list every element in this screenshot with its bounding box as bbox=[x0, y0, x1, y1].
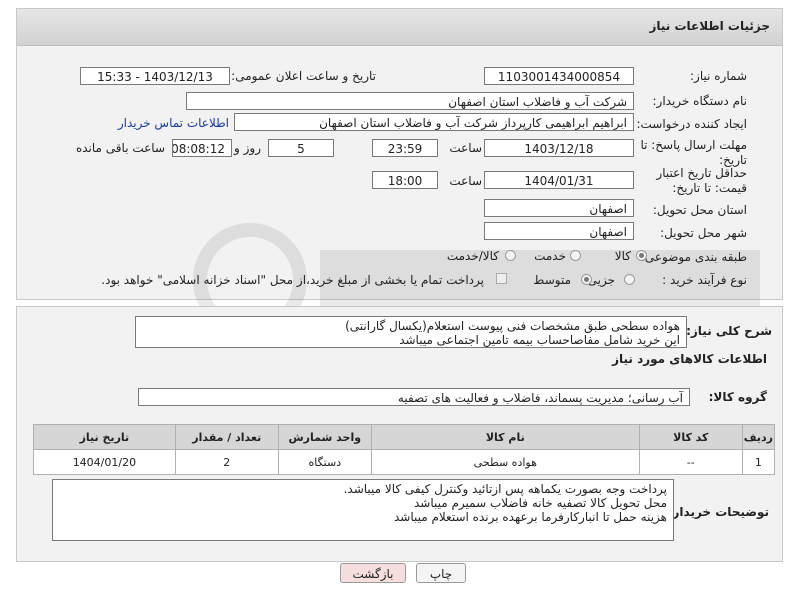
process-label: نوع فرآیند خرید : bbox=[662, 273, 747, 287]
panel-title: جزئیات اطلاعات نیاز bbox=[649, 19, 770, 33]
creator-field: ابراهیم ابراهیمی کارپرداز شرکت آب و فاضل… bbox=[234, 113, 634, 131]
goods-group-label: گروه کالا: bbox=[708, 390, 767, 404]
buyer-org-label: نام دستگاه خریدار: bbox=[652, 94, 748, 108]
buyer-notes-label: توضیحات خریدار: bbox=[667, 505, 769, 519]
process-minor-radio[interactable] bbox=[624, 274, 635, 285]
cell-need-date: 1404/01/20 bbox=[33, 449, 176, 475]
category-goods-service-label: کالا/خدمت bbox=[446, 249, 499, 263]
category-goods-radio[interactable] bbox=[636, 250, 647, 261]
time-remaining-field: 08:08:12 bbox=[172, 139, 232, 157]
cell-row: 1 bbox=[741, 449, 776, 475]
goods-table-header: ردیف کد کالا نام کالا واحد شمارش تعداد /… bbox=[33, 424, 776, 450]
days-and-label: روز و bbox=[234, 141, 261, 155]
table-row: 1 -- هواده سطحی دستگاه 2 1404/01/20 bbox=[33, 449, 776, 475]
validity-time-label: ساعت bbox=[449, 174, 482, 188]
buyer-notes-line-1: پرداخت وجه بصورت یکماهه پس ازتائید وکنتر… bbox=[343, 482, 667, 496]
category-goods-label: کالا bbox=[614, 249, 631, 263]
cell-unit: دستگاه bbox=[277, 449, 372, 475]
contact-info-link[interactable]: اطلاعات تماس خریدار bbox=[118, 116, 229, 130]
panel-header: جزئیات اطلاعات نیاز bbox=[17, 9, 782, 46]
process-medium-label: متوسط bbox=[533, 273, 571, 287]
description-textarea: هواده سطحی طبق مشخصات فنی پیوست استعلام(… bbox=[135, 316, 687, 348]
need-number-label: شماره نیاز: bbox=[690, 69, 747, 83]
process-medium-radio[interactable] bbox=[581, 274, 592, 285]
buyer-notes-line-3: هزینه حمل تا انبارکارفرما برعهده برنده ا… bbox=[393, 510, 667, 524]
col-code: کد کالا bbox=[638, 424, 743, 450]
category-label: طبقه بندی موضوعی: bbox=[640, 250, 747, 264]
col-need-date: تاریخ نیاز bbox=[33, 424, 176, 450]
goods-group-field: آب رسانی؛ مدیریت پسماند، فاضلاب و فعالیت… bbox=[138, 388, 690, 406]
description-label: شرح کلی نیاز: bbox=[686, 324, 772, 338]
province-label: استان محل تحویل: bbox=[652, 203, 747, 217]
deadline-date-field: 1403/12/18 bbox=[484, 139, 634, 157]
announce-field: 1403/12/13 - 15:33 bbox=[80, 67, 230, 85]
validity-label: حداقل تاریخ اعتبار قیمت: تا تاریخ: bbox=[656, 166, 747, 195]
time-remaining-label: ساعت باقی مانده bbox=[75, 141, 165, 155]
treasury-payment-checkbox[interactable] bbox=[496, 273, 507, 284]
col-unit: واحد شمارش bbox=[277, 424, 372, 450]
description-line-2: این خرید شامل مفاصاحساب بیمه تامین اجتما… bbox=[399, 333, 680, 347]
col-quantity: تعداد / مقدار bbox=[174, 424, 279, 450]
deadline-label: مهلت ارسال پاسخ: تا تاریخ: bbox=[640, 138, 747, 167]
goods-section-title: اطلاعات کالاهای مورد نیاز bbox=[612, 352, 767, 366]
col-row: ردیف bbox=[741, 424, 776, 450]
category-service-label: خدمت bbox=[534, 249, 566, 263]
buyer-notes-textarea: پرداخت وجه بصورت یکماهه پس ازتائید وکنتر… bbox=[52, 479, 674, 541]
treasury-payment-note: پرداخت تمام یا بخشی از مبلغ خرید،از محل … bbox=[101, 273, 484, 287]
print-button[interactable]: چاپ bbox=[416, 563, 466, 583]
description-line-1: هواده سطحی طبق مشخصات فنی پیوست استعلام(… bbox=[345, 319, 680, 333]
days-remaining-field: 5 bbox=[268, 139, 334, 157]
deadline-time-field: 23:59 bbox=[372, 139, 438, 157]
city-field: اصفهان bbox=[484, 222, 634, 240]
announce-label: تاریخ و ساعت اعلان عمومی: bbox=[231, 69, 376, 83]
cell-name: هواده سطحی bbox=[370, 449, 640, 475]
city-label: شهر محل تحویل: bbox=[660, 226, 747, 240]
creator-label: ایجاد کننده درخواست: bbox=[636, 117, 747, 131]
validity-date-field: 1404/01/31 bbox=[484, 171, 634, 189]
buyer-notes-line-2: محل تحویل کالا تصفیه خانه فاضلاب سمیرم م… bbox=[414, 496, 667, 510]
category-goods-service-radio[interactable] bbox=[505, 250, 516, 261]
goods-table: ردیف کد کالا نام کالا واحد شمارش تعداد /… bbox=[33, 424, 776, 475]
cell-code: -- bbox=[638, 449, 743, 475]
need-number-field: 1103001434000854 bbox=[484, 67, 634, 85]
back-button[interactable]: بازگشت bbox=[340, 563, 406, 583]
buyer-org-field: شرکت آب و فاضلاب استان اصفهان bbox=[186, 92, 634, 110]
cell-quantity: 2 bbox=[174, 449, 279, 475]
province-field: اصفهان bbox=[484, 199, 634, 217]
deadline-time-label: ساعت bbox=[449, 141, 482, 155]
validity-time-field: 18:00 bbox=[372, 171, 438, 189]
col-name: نام کالا bbox=[370, 424, 640, 450]
category-service-radio[interactable] bbox=[570, 250, 581, 261]
